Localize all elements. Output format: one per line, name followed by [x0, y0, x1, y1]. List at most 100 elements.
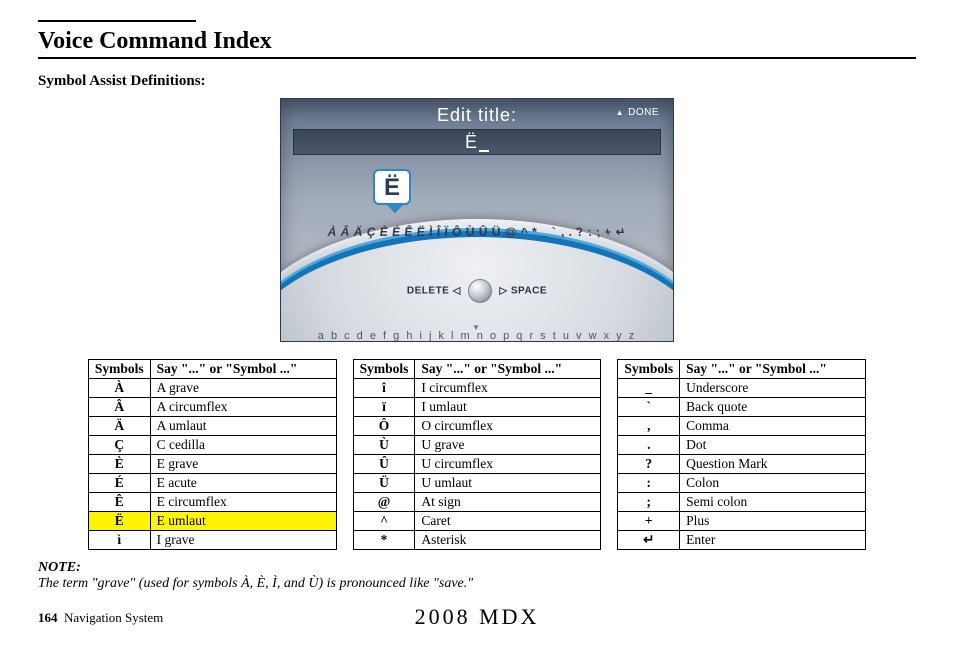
say-cell: E circumflex — [150, 493, 336, 512]
symbol-cell: @ — [353, 493, 415, 512]
table-row: *Asterisk — [353, 531, 601, 550]
table-row: +Plus — [618, 512, 866, 531]
table-row: ,Comma — [618, 417, 866, 436]
say-cell: Dot — [680, 436, 866, 455]
note-body: The term "grave" (used for symbols À, È,… — [38, 576, 473, 591]
th-say: Say "..." or "Symbol ..." — [415, 360, 601, 379]
table-row: ËE umlaut — [88, 512, 336, 531]
nav-screenshot: Edit title: DONE Ë Ë À Â Ä Ç È É Ê Ë Ì Î… — [280, 98, 674, 342]
table1-body: ÀA graveÂA circumflexÄA umlautÇC cedilla… — [88, 379, 336, 550]
symbol-cell: È — [88, 455, 150, 474]
done-button[interactable]: DONE — [616, 107, 659, 118]
table-row: ^Caret — [353, 512, 601, 531]
say-cell: Colon — [680, 474, 866, 493]
commander-knob[interactable] — [468, 279, 492, 303]
say-cell: U grave — [415, 436, 601, 455]
say-cell: I circumflex — [415, 379, 601, 398]
edit-title-input[interactable]: Ë — [293, 129, 661, 155]
alpha-strip[interactable]: a b c d e f g h i j k l m n o p q r s t … — [281, 323, 673, 342]
symbol-cell: Ç — [88, 436, 150, 455]
symbol-cell: Ä — [88, 417, 150, 436]
symbol-cell: ? — [618, 455, 680, 474]
symbol-cell: ` — [618, 398, 680, 417]
table-row: ÄA umlaut — [88, 417, 336, 436]
section-subhead: Symbol Assist Definitions: — [38, 73, 916, 90]
table-row: ÀA grave — [88, 379, 336, 398]
text-cursor — [479, 150, 489, 152]
say-cell: A grave — [150, 379, 336, 398]
delete-button[interactable]: DELETE ◁ — [407, 286, 461, 297]
table-row: ÂA circumflex — [88, 398, 336, 417]
th-say: Say "..." or "Symbol ..." — [680, 360, 866, 379]
symbol-table-3: Symbols Say "..." or "Symbol ..." _Under… — [617, 359, 866, 550]
symbol-cell: ; — [618, 493, 680, 512]
symbol-cell: . — [618, 436, 680, 455]
table-row: @At sign — [353, 493, 601, 512]
say-cell: E acute — [150, 474, 336, 493]
table-row: ïI umlaut — [353, 398, 601, 417]
table-row: ÙU grave — [353, 436, 601, 455]
table-row: îI circumflex — [353, 379, 601, 398]
say-cell: Semi colon — [680, 493, 866, 512]
table2-body: îI circumflexïI umlautÔO circumflexÙU gr… — [353, 379, 601, 550]
table-row: ?Question Mark — [618, 455, 866, 474]
th-symbols: Symbols — [88, 360, 150, 379]
space-button[interactable]: ▷ SPACE — [499, 286, 547, 297]
say-cell: Asterisk — [415, 531, 601, 550]
table-row: :Colon — [618, 474, 866, 493]
table-row: _Underscore — [618, 379, 866, 398]
say-cell: A circumflex — [150, 398, 336, 417]
character-arc[interactable]: À Â Ä Ç È É Ê Ë Ì Î Ï Ô Ù Û Ü @ ^ * _ ` … — [280, 225, 674, 238]
say-cell: U umlaut — [415, 474, 601, 493]
symbol-cell: _ — [618, 379, 680, 398]
table-row: ÇC cedilla — [88, 436, 336, 455]
symbol-cell: Ë — [88, 512, 150, 531]
say-cell: U circumflex — [415, 455, 601, 474]
say-cell: Enter — [680, 531, 866, 550]
table-row: ;Semi colon — [618, 493, 866, 512]
symbol-cell: Ü — [353, 474, 415, 493]
symbol-cell: Ê — [88, 493, 150, 512]
symbol-cell: Ù — [353, 436, 415, 455]
top-rule — [38, 20, 196, 22]
table-row: ÜU umlaut — [353, 474, 601, 493]
table-row: ÉE acute — [88, 474, 336, 493]
symbol-cell: ↵ — [618, 531, 680, 550]
th-symbols: Symbols — [353, 360, 415, 379]
say-cell: At sign — [415, 493, 601, 512]
say-cell: C cedilla — [150, 436, 336, 455]
symbol-cell: À — [88, 379, 150, 398]
symbol-tables: Symbols Say "..." or "Symbol ..." ÀA gra… — [38, 359, 916, 550]
symbol-cell: ï — [353, 398, 415, 417]
table-row: ↵Enter — [618, 531, 866, 550]
dial-controls: DELETE ◁ ▷ SPACE — [281, 279, 673, 303]
selection-bubble: Ë — [373, 169, 411, 205]
symbol-cell: Û — [353, 455, 415, 474]
symbol-cell: * — [353, 531, 415, 550]
symbol-cell: Ô — [353, 417, 415, 436]
say-cell: E grave — [150, 455, 336, 474]
symbol-cell: ì — [88, 531, 150, 550]
symbol-table-1: Symbols Say "..." or "Symbol ..." ÀA gra… — [88, 359, 337, 550]
symbol-table-2: Symbols Say "..." or "Symbol ..." îI cir… — [353, 359, 602, 550]
symbol-cell: É — [88, 474, 150, 493]
table-row: ÊE circumflex — [88, 493, 336, 512]
say-cell: Question Mark — [680, 455, 866, 474]
say-cell: Underscore — [680, 379, 866, 398]
table-row: ÔO circumflex — [353, 417, 601, 436]
say-cell: Back quote — [680, 398, 866, 417]
symbol-cell: : — [618, 474, 680, 493]
table-row: ÈE grave — [88, 455, 336, 474]
th-say: Say "..." or "Symbol ..." — [150, 360, 336, 379]
symbol-cell: Â — [88, 398, 150, 417]
table-row: `Back quote — [618, 398, 866, 417]
symbol-cell: + — [618, 512, 680, 531]
table-row: ìI grave — [88, 531, 336, 550]
say-cell: Plus — [680, 512, 866, 531]
symbol-cell: , — [618, 417, 680, 436]
table3-body: _Underscore`Back quote,Comma.Dot?Questio… — [618, 379, 866, 550]
page-title: Voice Command Index — [38, 28, 916, 55]
input-value: Ë — [465, 132, 477, 152]
done-label: DONE — [628, 107, 659, 118]
footer-model: 2008 MDX — [0, 604, 954, 630]
